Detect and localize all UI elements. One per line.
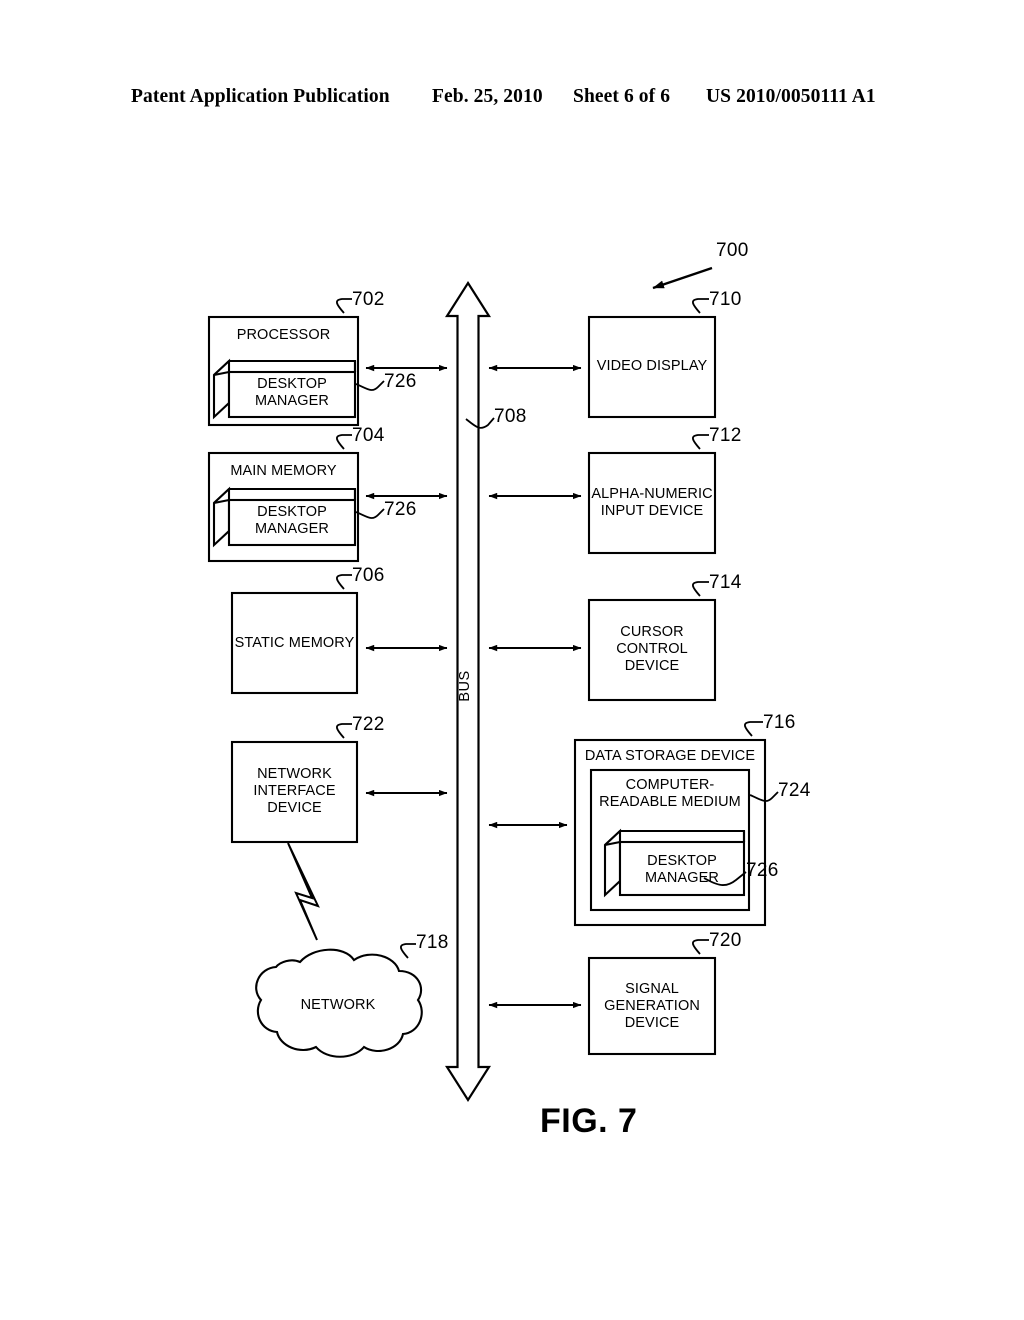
- cursor-control-device-title: CURSOR CONTROL DEVICE: [616, 624, 688, 674]
- refnum-706: 706: [352, 565, 385, 586]
- figure-caption: FIG. 7: [540, 1102, 638, 1140]
- signal-generation-device-title: SIGNAL GENERATION DEVICE: [604, 981, 700, 1031]
- bus-label: BUS: [457, 670, 473, 702]
- leader-726-processor: [355, 380, 385, 391]
- storage-desktop-manager-label: DESKTOP MANAGER: [644, 853, 719, 886]
- leader-716: [744, 721, 763, 737]
- lightning-bolt-connector: [287, 842, 320, 941]
- refnum-702: 702: [352, 289, 385, 310]
- network-interface-device-title: NETWORK INTERFACE DEVICE: [253, 766, 336, 816]
- leader-712: [692, 434, 709, 450]
- computer-readable-medium-label: COMPUTER- READABLE MEDIUM: [599, 777, 741, 810]
- figure-vector-layer: [207, 266, 779, 1103]
- processor-desktop-manager-label: DESKTOP MANAGER: [254, 376, 329, 409]
- leader-726-main-memory: [355, 508, 385, 519]
- leader-706: [336, 574, 352, 590]
- alpha-numeric-input-device-title: ALPHA-NUMERIC INPUT DEVICE: [591, 486, 713, 519]
- refnum-704: 704: [352, 425, 385, 446]
- refnum-720: 720: [709, 930, 742, 951]
- patent-figure-7: PROCESSOR DESKTOP MANAGER MAIN MEMORY DE…: [0, 0, 1024, 1320]
- leader-714: [692, 581, 709, 597]
- refnum-708: 708: [494, 406, 527, 427]
- refnum-710: 710: [709, 289, 742, 310]
- leader-704: [336, 434, 352, 450]
- refnum-726-main-memory: 726: [384, 499, 417, 520]
- leader-720: [692, 939, 709, 955]
- leader-722: [336, 723, 352, 739]
- refnum-724: 724: [778, 780, 811, 801]
- leader-710: [692, 298, 709, 314]
- video-display-title: VIDEO DISPLAY: [596, 358, 708, 374]
- refnum-712: 712: [709, 425, 742, 446]
- leader-702: [336, 298, 352, 314]
- data-storage-device-title: DATA STORAGE DEVICE: [584, 748, 756, 764]
- refnum-700: 700: [716, 240, 749, 261]
- static-memory-title: STATIC MEMORY: [234, 635, 355, 651]
- refnum-718: 718: [416, 932, 449, 953]
- main-memory-title: MAIN MEMORY: [230, 463, 337, 479]
- system-ref-pointer-arrow: [652, 266, 713, 290]
- processor-title: PROCESSOR: [236, 327, 331, 343]
- refnum-726-storage: 726: [746, 860, 779, 881]
- refnum-714: 714: [709, 572, 742, 593]
- network-cloud-label: NETWORK: [300, 997, 376, 1013]
- refnum-722: 722: [352, 714, 385, 735]
- main-memory-desktop-manager-label: DESKTOP MANAGER: [254, 504, 329, 537]
- refnum-726-processor: 726: [384, 371, 417, 392]
- leader-718: [400, 943, 416, 959]
- refnum-716: 716: [763, 712, 796, 733]
